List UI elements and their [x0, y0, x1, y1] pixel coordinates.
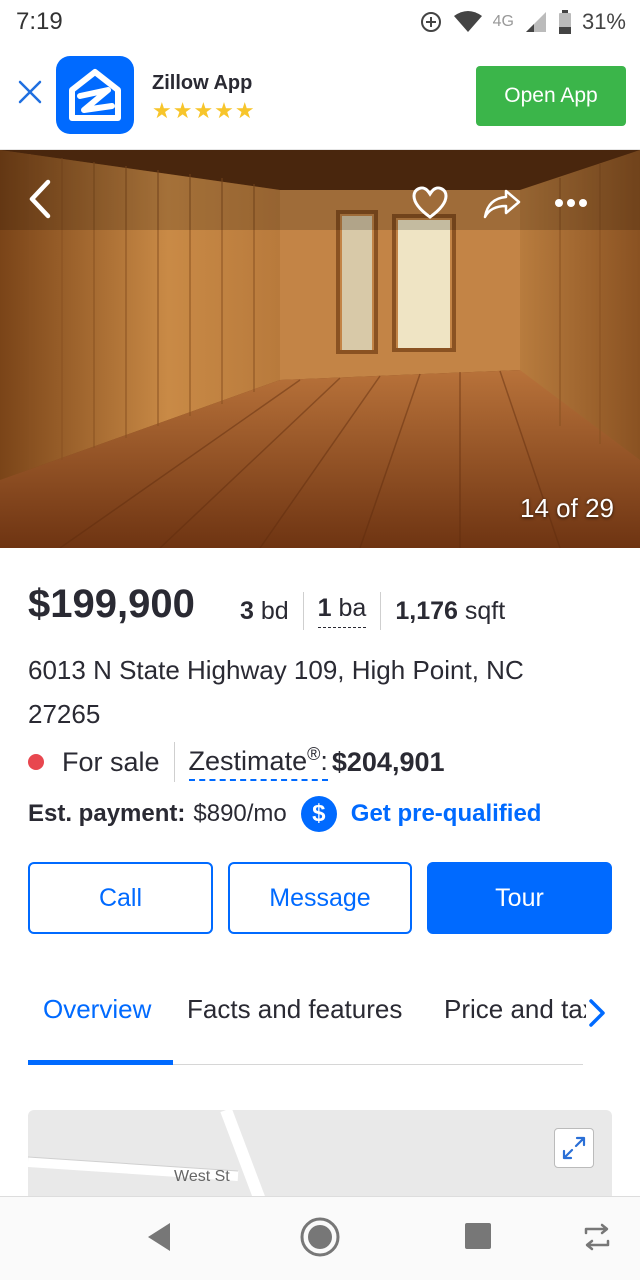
- listing-address: 6013 N State Highway 109, High Point, NC…: [28, 648, 608, 736]
- network-type: 4G: [492, 13, 514, 30]
- zestimate-label: Zestimate: [188, 745, 308, 776]
- back-icon[interactable]: [24, 178, 58, 220]
- call-button[interactable]: Call: [28, 862, 213, 934]
- wifi-icon: [453, 11, 482, 32]
- tab-underline: [173, 1064, 583, 1065]
- sqft-fact: 1,176 sqft: [395, 597, 505, 626]
- room-photo: [0, 150, 640, 548]
- beds-fact: 3 bd: [240, 597, 289, 626]
- status-divider: [173, 742, 175, 782]
- baths-fact[interactable]: 1 ba: [317, 594, 367, 628]
- expand-map-button[interactable]: [554, 1128, 594, 1168]
- open-app-button[interactable]: Open App: [476, 66, 626, 126]
- registered-mark: ®: [307, 743, 321, 764]
- fact-divider: [302, 592, 304, 630]
- fact-divider: [380, 592, 382, 630]
- data-saver-icon: [420, 12, 441, 32]
- dollar-icon: $: [300, 796, 337, 832]
- close-icon[interactable]: [16, 78, 44, 106]
- nav-home-icon[interactable]: [298, 1215, 342, 1259]
- baths-unit: ba: [338, 594, 367, 622]
- zestimate-value: $204,901: [331, 746, 445, 777]
- tab-overview[interactable]: Overview: [43, 994, 151, 1025]
- tab-facts-and-features[interactable]: Facts and features: [187, 994, 402, 1025]
- payment-row: Est. payment: $890/mo $ Get pre-qualifie…: [28, 796, 541, 832]
- map-street-label: West St: [174, 1168, 230, 1185]
- signal-icon: [525, 12, 546, 32]
- zillow-logo: [56, 56, 134, 134]
- status-time: 7:19: [16, 8, 63, 35]
- battery-level: 31%: [581, 9, 626, 34]
- rotate-icon[interactable]: [580, 1223, 614, 1251]
- sqft-value: 1,176: [395, 596, 458, 625]
- photo-counter: 14 of 29: [520, 493, 614, 523]
- listing-facts: 3 bd 1 ba 1,176 sqft: [240, 592, 505, 630]
- status-icons: 4G 31%: [419, 6, 626, 38]
- map-roads: [28, 1110, 266, 1200]
- location-map[interactable]: West St: [28, 1110, 612, 1200]
- sale-status-row: For sale Zestimate®: $204,901: [28, 742, 445, 782]
- tour-button[interactable]: Tour: [427, 862, 612, 934]
- heart-icon[interactable]: [412, 186, 448, 220]
- sqft-unit: sqft: [464, 596, 506, 625]
- app-banner: Zillow App ★★★★★ Open App: [0, 44, 640, 150]
- message-button[interactable]: Message: [228, 862, 412, 934]
- status-dot-icon: [28, 754, 44, 770]
- get-prequalified-link[interactable]: Get pre-qualified: [351, 800, 542, 828]
- system-nav-bar: [0, 1196, 640, 1280]
- listing-price: $199,900: [28, 582, 195, 626]
- tab-price-tax-clip: Price and tax history: [444, 994, 586, 1034]
- listing-photo[interactable]: 14 of 29: [0, 150, 640, 548]
- baths-value: 1: [317, 594, 332, 622]
- nav-recents-icon[interactable]: [463, 1219, 493, 1253]
- address-line-1: 6013 N State Highway 109, High Point, NC: [28, 655, 524, 685]
- zestimate-link[interactable]: Zestimate®:: [188, 743, 328, 781]
- battery-icon: [558, 10, 571, 34]
- expand-icon: [562, 1136, 586, 1160]
- section-tabs: Overview Facts and features Price and ta…: [0, 982, 640, 1068]
- active-tab-indicator: [28, 1060, 173, 1065]
- nav-back-icon[interactable]: [144, 1219, 174, 1255]
- rating-stars: ★★★★★: [152, 98, 256, 123]
- payment-value: $890/mo: [193, 800, 287, 827]
- address-line-2: 27265: [28, 699, 101, 729]
- chevron-right-icon[interactable]: [586, 998, 608, 1028]
- beds-unit: bd: [260, 596, 289, 625]
- tab-price-and-tax[interactable]: Price and tax history: [444, 994, 586, 1025]
- zestimate-colon: :: [320, 745, 328, 776]
- more-options-icon[interactable]: [554, 198, 588, 208]
- sale-status: For sale: [62, 746, 160, 777]
- share-icon[interactable]: [482, 188, 522, 220]
- status-bar: 7:19 4G 31%: [0, 0, 640, 44]
- app-name: Zillow App: [152, 72, 253, 94]
- beds-value: 3: [240, 596, 254, 625]
- payment-label: Est. payment:: [28, 800, 186, 827]
- zillow-house-icon: [69, 69, 121, 121]
